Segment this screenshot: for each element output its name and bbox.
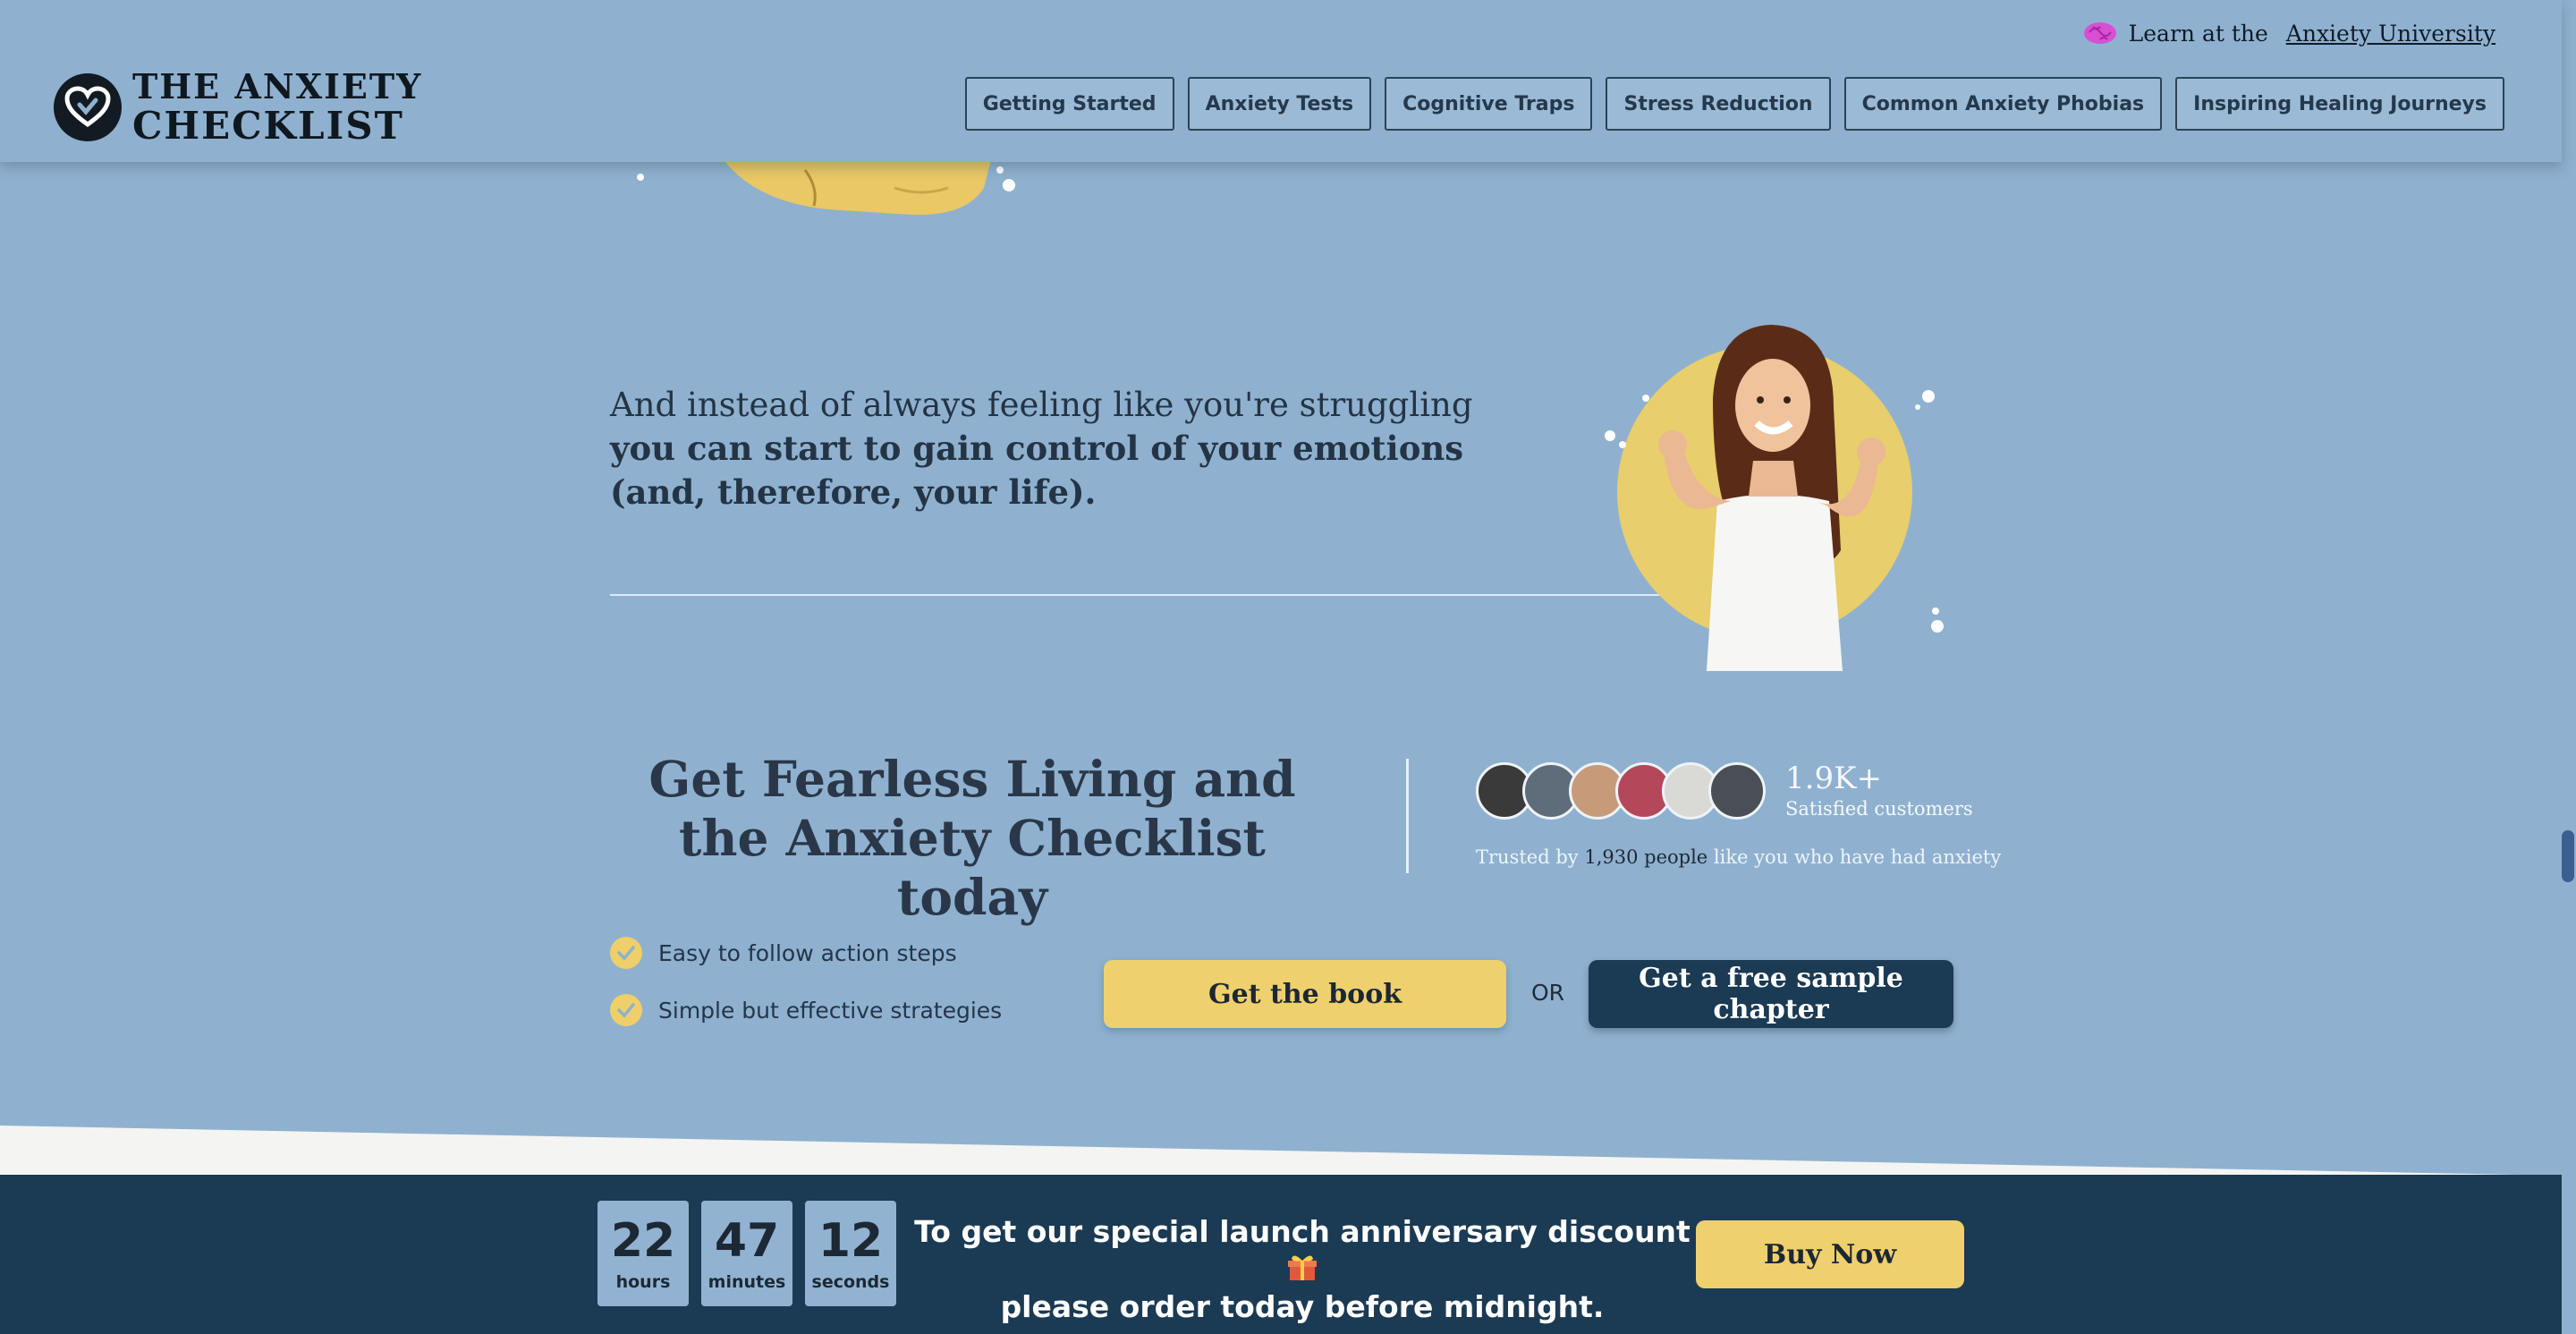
logo-line-2: CHECKLIST (132, 104, 404, 148)
timer-minutes-label: minutes (708, 1272, 786, 1292)
happy-woman-image (1605, 325, 1944, 671)
nav-anxiety-tests[interactable]: Anxiety Tests (1187, 77, 1372, 131)
scrollbar-thumb[interactable] (2562, 830, 2574, 882)
trusted-suffix: like you who have had anxiety (1713, 846, 2002, 868)
get-the-book-button[interactable]: Get the book (1104, 960, 1506, 1028)
trusted-count: 1,930 people (1584, 846, 1708, 868)
check-icon (610, 994, 642, 1026)
discount-line-1: To get our special launch anniversary di… (914, 1214, 1690, 1249)
logo-wordmark: THE ANXIETY CHECKLIST (132, 70, 422, 145)
discount-message: To get our special launch anniversary di… (909, 1213, 1696, 1326)
checklist-item-label: Simple but effective strategies (658, 997, 1003, 1024)
cta-title: Get Fearless Living and the Anxiety Chec… (648, 750, 1296, 926)
discount-line-2: please order today before midnight. (1000, 1289, 1605, 1324)
timer-hours: 22 hours (597, 1201, 689, 1306)
anxiety-university-link[interactable]: Anxiety University (2286, 21, 2496, 47)
promo-prefix: Learn at the (2128, 20, 2268, 47)
nav-common-anxiety-phobias[interactable]: Common Anxiety Phobias (1843, 77, 2163, 131)
countdown-timer: 22 hours 47 minutes 12 seconds (597, 1201, 896, 1306)
timer-seconds-value: 12 (818, 1214, 884, 1268)
trusted-by-text: Trusted by 1,930 people like you who hav… (1476, 846, 2001, 868)
brain-icon (2083, 22, 2116, 44)
site-header: Learn at the Anxiety University THE ANXI… (0, 0, 2562, 162)
section-divider (610, 594, 1665, 596)
nav-cognitive-traps[interactable]: Cognitive Traps (1385, 77, 1593, 131)
logo-line-1: THE ANXIETY (132, 66, 423, 106)
customer-avatars (1476, 762, 1766, 820)
or-separator: OR (1531, 980, 1565, 1006)
gift-icon (1288, 1255, 1317, 1280)
nav-inspiring-healing-journeys[interactable]: Inspiring Healing Journeys (2175, 77, 2504, 131)
list-item: Simple but effective strategies (610, 993, 1002, 1027)
site-logo[interactable]: THE ANXIETY CHECKLIST (54, 70, 422, 145)
benefit-checklist: Easy to follow action steps Simple but e… (610, 936, 1002, 1050)
timer-seconds-label: seconds (811, 1272, 890, 1292)
cta-divider (1406, 759, 1409, 873)
nav-stress-reduction[interactable]: Stress Reduction (1606, 77, 1831, 131)
checklist-item-label: Easy to follow action steps (658, 939, 957, 966)
lead-statement: And instead of always feeling like you'r… (610, 383, 1487, 514)
list-item: Easy to follow action steps (610, 936, 1002, 970)
buy-now-button[interactable]: Buy Now (1696, 1220, 1964, 1288)
free-sample-chapter-button[interactable]: Get a free sample chapter (1589, 960, 1953, 1028)
lead-plain: And instead of always feeling like you'r… (610, 386, 1473, 424)
check-icon (610, 937, 642, 969)
heart-logo-icon (54, 73, 122, 141)
customer-count: 1.9K+ Satisfied customers (1785, 760, 1973, 821)
customer-count-number: 1.9K+ (1785, 760, 1882, 796)
section-wedge (0, 1126, 2562, 1176)
timer-minutes: 47 minutes (701, 1201, 792, 1306)
timer-minutes-value: 47 (714, 1214, 780, 1268)
lead-bold: you can start to gain control of your em… (610, 429, 1464, 512)
avatar (1708, 762, 1766, 820)
anxiety-university-promo: Learn at the Anxiety University (2082, 20, 2496, 47)
nav-getting-started[interactable]: Getting Started (964, 77, 1174, 131)
timer-seconds: 12 seconds (805, 1201, 896, 1306)
customer-count-label: Satisfied customers (1785, 798, 1973, 820)
timer-hours-value: 22 (610, 1214, 676, 1268)
trusted-prefix: Trusted by (1476, 846, 1579, 868)
main-nav: Getting Started Anxiety Tests Cognitive … (964, 77, 2504, 131)
timer-hours-label: hours (615, 1272, 671, 1292)
